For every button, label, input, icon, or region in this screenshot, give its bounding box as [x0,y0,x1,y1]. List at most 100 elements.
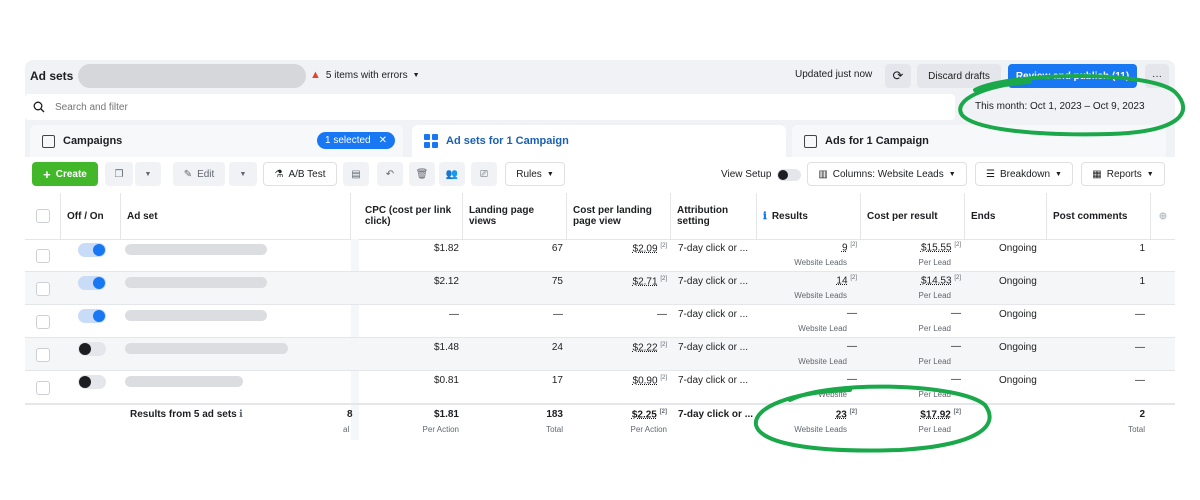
row-checkbox[interactable] [36,348,50,362]
col-ends[interactable]: Ends [965,193,1047,239]
col-ad-set[interactable]: Ad set [121,193,351,239]
cell-comments: 1 [1139,276,1145,287]
totals-cpc-sub: Per Action [422,425,459,434]
ab-test-label: A/B Test [288,168,326,180]
tab-adsets[interactable]: Ad sets for 1 Campaign [412,125,786,157]
undo-button[interactable]: ↶ [377,162,403,186]
errors-dropdown[interactable]: ▲ 5 items with errors ▼ [310,69,420,81]
selected-badge[interactable]: 1 selected ✕ [317,132,395,149]
review-publish-button[interactable]: Review and publish (11) [1008,64,1137,88]
delivery-toggle[interactable] [78,375,106,389]
rules-label: Rules [516,168,542,180]
cell-cpc: $1.48 [433,342,459,353]
plus-icon: + [43,166,51,182]
add-column-icon[interactable]: ⊕ [1151,193,1175,239]
delivery-toggle[interactable] [78,342,106,356]
chevron-down-icon: ▼ [546,170,554,178]
date-range-picker[interactable]: This month: Oct 1, 2023 – Oct 9, 2023 [969,96,1151,118]
cell-cpr-sub: Per Lead [918,390,951,399]
row-checkbox[interactable] [36,249,50,263]
adset-name[interactable] [125,376,243,387]
search-input[interactable] [55,101,655,113]
totals-comments: 2 [1139,409,1145,420]
table-row[interactable]: $1.48 24 $2.22 [2] 7-day click or ... — Websi… [25,338,1175,371]
delivery-toggle[interactable] [78,309,106,323]
clipboard-button[interactable]: ▤ [343,162,369,186]
edit-dropdown[interactable]: ▼ [229,162,257,186]
cell-lpv: 75 [551,276,563,287]
account-selector[interactable] [78,64,306,88]
totals-lpv: 183 [546,409,563,420]
table-row[interactable]: $2.12 75 $2.71 [2] 7-day click or ... 14 [2]… [25,272,1175,305]
cell-attribution: 7-day click or ... [678,243,749,254]
delivery-toggle[interactable] [78,243,106,257]
audience-button[interactable]: 👥 [439,162,465,186]
discard-drafts-button[interactable]: Discard drafts [917,64,1001,88]
more-options-button[interactable]: ··· [1145,64,1169,88]
chevron-down-icon: ▼ [1146,170,1154,178]
cell-cplpv: $2.71 [2] [632,276,667,288]
columns-label: Columns: Website Leads [832,168,944,180]
ab-test-button[interactable]: ⚗ A/B Test [263,162,337,186]
col-results[interactable]: ℹ Results [757,193,861,239]
cell-cpr: — [951,308,961,319]
col-post-comments[interactable]: Post comments [1047,193,1151,239]
edit-label: Edit [197,168,215,180]
cell-attribution: 7-day click or ... [678,276,749,287]
columns-button[interactable]: ▥ Columns: Website Leads ▼ [807,162,967,186]
refresh-button[interactable]: ⟳ [885,64,911,88]
cell-ends: Ongoing [999,342,1037,353]
refresh-icon: ⟳ [892,68,904,83]
select-all-checkbox[interactable] [35,209,50,223]
cell-attribution: 7-day click or ... [678,309,749,320]
table-row[interactable]: $1.82 67 $2.09 [2] 7-day click or ... 9 [2] W… [25,239,1175,272]
table-row[interactable]: — — —7-day click or ... — Website Lead — Per L… [25,305,1175,338]
delete-button[interactable]: 🗑 [409,162,435,186]
edit-button[interactable]: ✎ Edit [173,162,225,186]
create-button[interactable]: + Create [32,162,98,186]
cell-lpv: 17 [551,375,563,386]
cell-lpv: 24 [551,342,563,353]
preview-button[interactable]: ⎚ [471,162,497,186]
tab-campaigns-label: Campaigns [63,135,123,147]
cell-cpr: — [951,374,961,385]
adset-name[interactable] [125,277,267,288]
breakdown-icon: ☰ [986,168,995,180]
col-attribution[interactable]: Attribution setting [671,193,757,239]
duplicate-button[interactable]: ❐ [105,162,133,186]
tab-ads[interactable]: Ads for 1 Campaign [792,125,1166,157]
totals-results-sub: Website Leads [794,425,847,434]
cell-results: — [847,341,857,352]
cell-lpv: — [553,309,563,320]
col-cpc[interactable]: CPC (cost per link click) [359,193,463,239]
rules-button[interactable]: Rules ▼ [505,162,565,186]
breakdown-button[interactable]: ☰ Breakdown ▼ [975,162,1073,186]
adset-name[interactable] [125,244,267,255]
cell-ends: Ongoing [999,243,1037,254]
row-checkbox[interactable] [36,381,50,395]
view-setup-toggle[interactable] [777,169,801,181]
col-off-on[interactable]: Off / On [61,193,121,239]
reports-button[interactable]: ▦ Reports ▼ [1081,162,1165,186]
cell-cplpv: $2.22 [2] [632,342,667,354]
row-checkbox[interactable] [36,282,50,296]
duplicate-dropdown[interactable]: ▼ [135,162,161,186]
table-row[interactable]: $0.81 17 $0.90 [2] 7-day click or ... — Websi… [25,371,1175,404]
cell-ends: Ongoing [999,276,1037,287]
col-landing-page-views[interactable]: Landing page views [463,193,567,239]
row-checkbox[interactable] [36,315,50,329]
tab-campaigns[interactable]: Campaigns 1 selected ✕ [30,125,403,157]
cell-cpr: — [951,341,961,352]
reports-icon: ▦ [1092,168,1102,180]
adset-name[interactable] [125,310,267,321]
cell-comments: — [1135,309,1145,320]
col-cost-per-result[interactable]: Cost per result [861,193,965,239]
clear-selection-icon[interactable]: ✕ [379,135,387,146]
tab-ads-label: Ads for 1 Campaign [825,135,929,147]
page-title: Ad sets [30,69,74,83]
delivery-toggle[interactable] [78,276,106,290]
search-bar [25,94,955,120]
col-cost-per-lpv[interactable]: Cost per landing page view [567,193,671,239]
totals-label: Results from 5 ad sets [130,409,237,420]
adset-name[interactable] [125,343,288,354]
